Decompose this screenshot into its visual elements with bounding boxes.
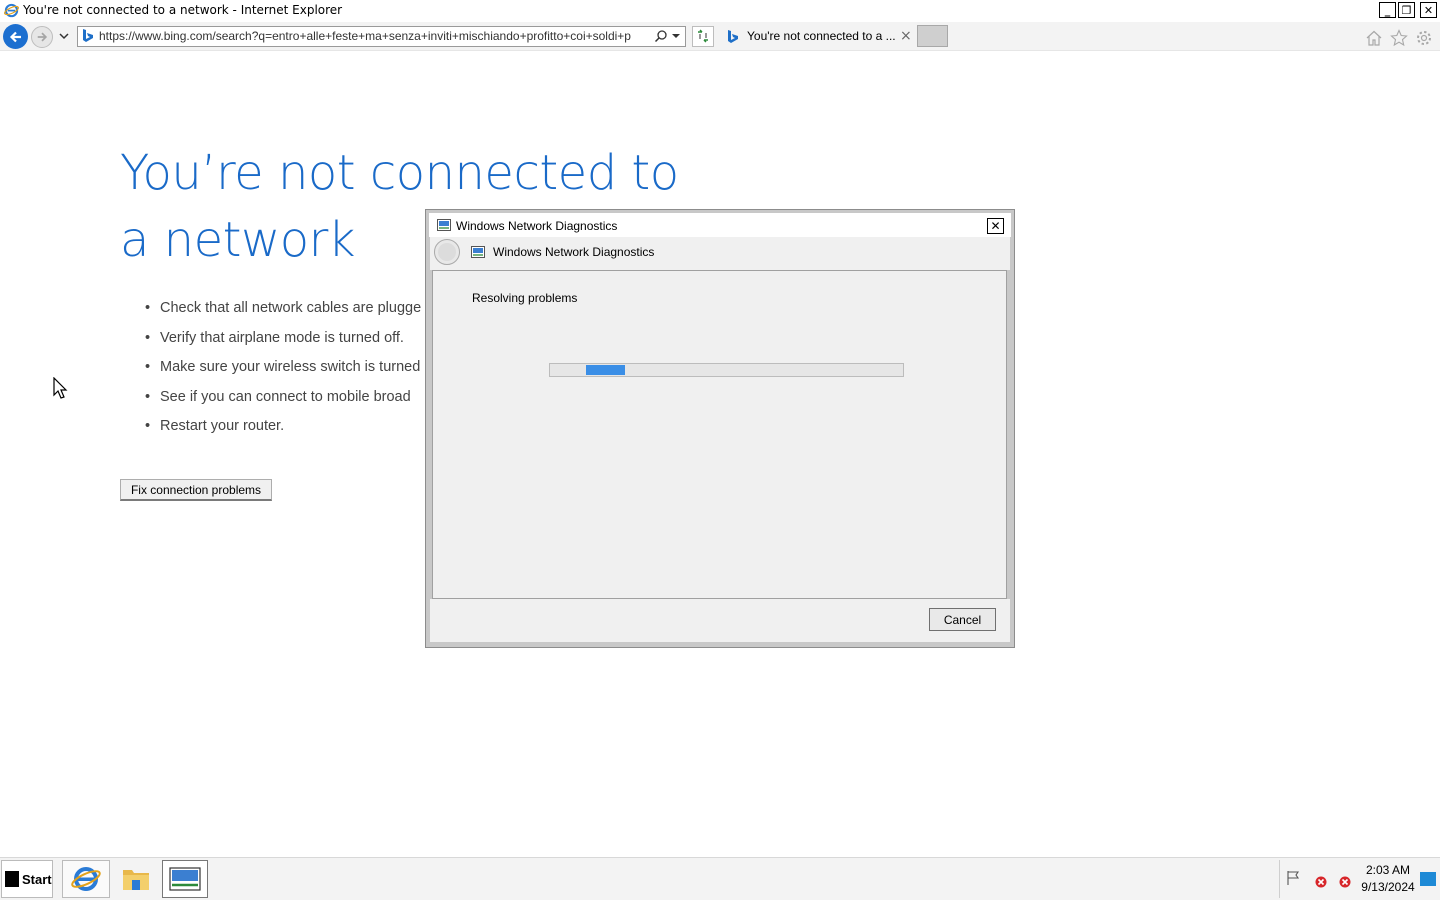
fix-connection-button[interactable]: Fix connection problems — [120, 479, 272, 501]
network-diagnostics-icon — [169, 867, 201, 891]
file-explorer-icon — [123, 870, 149, 890]
close-icon: ✕ — [990, 219, 1001, 233]
start-label: Start — [22, 871, 52, 887]
list-item: • Restart your router. — [145, 418, 285, 434]
action-center-flag-icon[interactable] — [1285, 870, 1301, 886]
close-icon: ✕ — [1423, 3, 1434, 17]
tab-close-icon[interactable]: × — [900, 28, 912, 44]
favorites-icon[interactable] — [1390, 29, 1408, 47]
taskbar-network-diagnostics[interactable] — [162, 860, 208, 898]
dialog-header-title: Windows Network Diagnostics — [493, 245, 655, 259]
tray-separator — [1279, 860, 1280, 898]
address-input[interactable]: https://www.bing.com/search?q=entro+alle… — [99, 29, 651, 43]
tools-gear-icon[interactable] — [1415, 29, 1433, 47]
recent-pages-dropdown-icon[interactable] — [58, 30, 70, 42]
home-icon[interactable] — [1365, 29, 1383, 47]
bing-icon — [728, 30, 738, 43]
minimize-icon: _ — [1384, 3, 1391, 17]
maximize-button[interactable]: ❐ — [1398, 2, 1415, 18]
cancel-button[interactable]: Cancel — [929, 608, 996, 631]
compatibility-view-button[interactable] — [692, 26, 714, 47]
dialog-body — [432, 270, 1007, 599]
clock-time[interactable]: 2:03 AM — [1360, 863, 1416, 877]
network-error-icon[interactable] — [1315, 876, 1327, 888]
volume-error-icon[interactable] — [1339, 876, 1351, 888]
taskbar — [0, 857, 1440, 900]
taskbar-internet-explorer[interactable] — [62, 860, 110, 898]
back-arrow-icon — [438, 243, 456, 261]
list-item: • Make sure your wireless switch is turne… — [145, 359, 421, 375]
dialog-close-button[interactable]: ✕ — [987, 218, 1004, 234]
dialog-back-button — [434, 239, 460, 265]
status-text: Resolving problems — [472, 291, 578, 305]
window-title: You're not connected to a network - Inte… — [23, 3, 343, 17]
tab-title: You're not connected to a ... — [747, 29, 896, 43]
start-icon — [5, 871, 19, 887]
list-item: • Check that all network cables are plugg… — [145, 300, 422, 316]
start-button[interactable]: Start — [1, 860, 53, 898]
progress-indicator — [586, 365, 625, 375]
network-diagnostics-icon — [471, 246, 485, 258]
back-button[interactable] — [3, 24, 28, 49]
new-tab-button[interactable] — [917, 25, 948, 47]
clock-date[interactable]: 9/13/2024 — [1358, 880, 1418, 894]
list-item: • Verify that airplane mode is turned off… — [145, 329, 404, 346]
list-item: • See if you can connect to mobile broad — [145, 388, 411, 405]
internet-explorer-icon — [4, 3, 19, 18]
maximize-icon: ❐ — [1401, 3, 1412, 17]
troubleshooting-list: • Check that all network cables are plugg… — [145, 300, 421, 448]
back-icon — [9, 31, 21, 42]
close-window-button[interactable]: ✕ — [1420, 2, 1437, 18]
taskbar-file-explorer[interactable] — [113, 860, 159, 898]
minimize-button[interactable]: _ — [1379, 2, 1396, 18]
address-dropdown-icon[interactable] — [671, 31, 681, 41]
compatibility-icon — [698, 29, 708, 43]
mouse-cursor-icon — [53, 377, 68, 399]
forward-button[interactable] — [31, 26, 53, 48]
dialog-title: Windows Network Diagnostics — [456, 219, 618, 233]
forward-icon — [37, 32, 48, 42]
network-diagnostics-icon — [437, 219, 451, 231]
show-desktop-button[interactable] — [1420, 872, 1436, 886]
dialog-footer — [430, 599, 1010, 642]
search-icon[interactable] — [654, 29, 668, 43]
bing-icon — [83, 29, 93, 42]
internet-explorer-icon — [71, 867, 101, 891]
